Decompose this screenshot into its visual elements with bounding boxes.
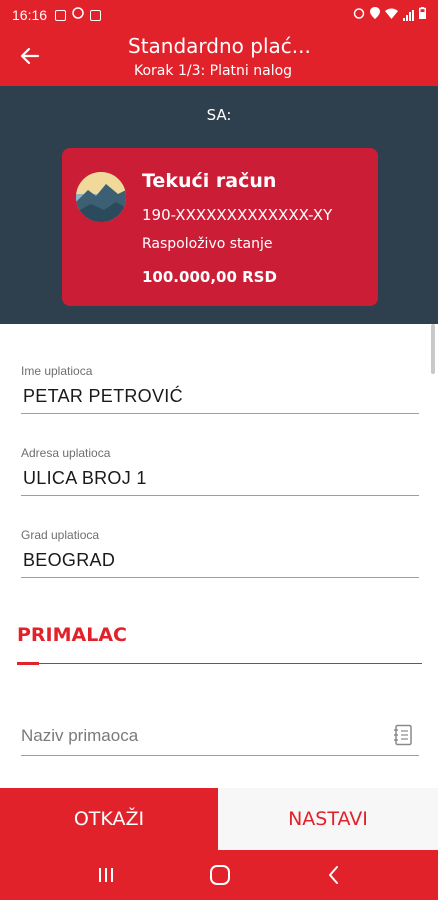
account-number: 190-XXXXXXXXXXXXX-XY: [142, 206, 333, 224]
status-time: 16:16: [12, 7, 48, 23]
battery-icon: [419, 7, 426, 23]
payment-form: Ime uplatioca PETAR PETROVIĆ Adresa upla…: [0, 324, 438, 788]
recipient-name-placeholder: Naziv primaoca: [21, 726, 139, 745]
home-button[interactable]: [208, 864, 232, 886]
app-notification-icon: [90, 9, 102, 21]
available-balance-label: Raspoloživo stanje: [142, 236, 273, 252]
next-button[interactable]: NASTAVI: [218, 788, 438, 850]
payer-city-label: Grad uplatioca: [21, 528, 100, 542]
available-balance: 100.000,00 RSD: [142, 268, 277, 286]
payer-name-field[interactable]: Ime uplatioca PETAR PETROVIĆ: [21, 364, 419, 414]
account-avatar: [76, 172, 126, 222]
recipient-name-input[interactable]: Naziv primaoca: [21, 722, 419, 756]
step-indicator: Korak 1/3: Platni nalog: [134, 63, 293, 79]
gallery-notification-icon: [55, 9, 67, 21]
wifi-icon: [385, 8, 398, 23]
cancel-button[interactable]: OTKAŽI: [0, 788, 218, 850]
payer-name-value[interactable]: PETAR PETROVIĆ: [21, 386, 419, 407]
recents-button[interactable]: [94, 864, 118, 886]
payer-city-field[interactable]: Grad uplatioca BEOGRAD: [21, 528, 419, 578]
from-label: SA:: [206, 106, 232, 124]
system-back-button[interactable]: [322, 864, 346, 886]
payer-address-label: Adresa uplatioca: [21, 446, 111, 460]
home-icon: [210, 865, 230, 885]
location-icon: [370, 7, 380, 23]
system-navigation-bar: [0, 850, 438, 900]
back-chevron-icon: [329, 866, 338, 884]
signal-icon: [403, 9, 414, 21]
contacts-book-icon: [394, 724, 412, 746]
scrollbar[interactable]: [431, 324, 435, 374]
app-bar: Standardno plać... Korak 1/3: Platni nal…: [0, 30, 438, 86]
account-card[interactable]: Tekući račun 190-XXXXXXXXXXXXX-XY Raspol…: [62, 148, 378, 306]
alarm-icon: [353, 7, 365, 23]
recipient-section-title: PRIMALAC: [17, 624, 127, 646]
page-title: Standardno plać...: [128, 34, 311, 58]
action-bar: OTKAŽI NASTAVI: [0, 788, 438, 850]
recipient-section-divider: [17, 663, 422, 664]
payer-name-label: Ime uplatioca: [21, 364, 93, 378]
status-bar: 16:16: [0, 0, 438, 30]
messenger-notification-icon: [72, 7, 84, 23]
payer-city-value[interactable]: BEOGRAD: [21, 550, 419, 571]
payer-address-value[interactable]: ULICA BROJ 1: [21, 468, 419, 489]
payer-name-underline: [21, 413, 419, 414]
payer-address-underline: [21, 495, 419, 496]
account-name: Tekući račun: [142, 170, 277, 192]
payer-city-underline: [21, 577, 419, 578]
from-account-section: SA: Tekući račun 190-XXXXXXXXXXXXX-XY Ra…: [0, 86, 438, 324]
arrow-left-icon: [20, 47, 40, 65]
recents-icon: [99, 868, 113, 882]
contacts-book-button[interactable]: [393, 724, 413, 746]
recipient-section-accent: [17, 662, 39, 665]
payer-address-field[interactable]: Adresa uplatioca ULICA BROJ 1: [21, 446, 419, 496]
back-button[interactable]: [14, 40, 46, 72]
